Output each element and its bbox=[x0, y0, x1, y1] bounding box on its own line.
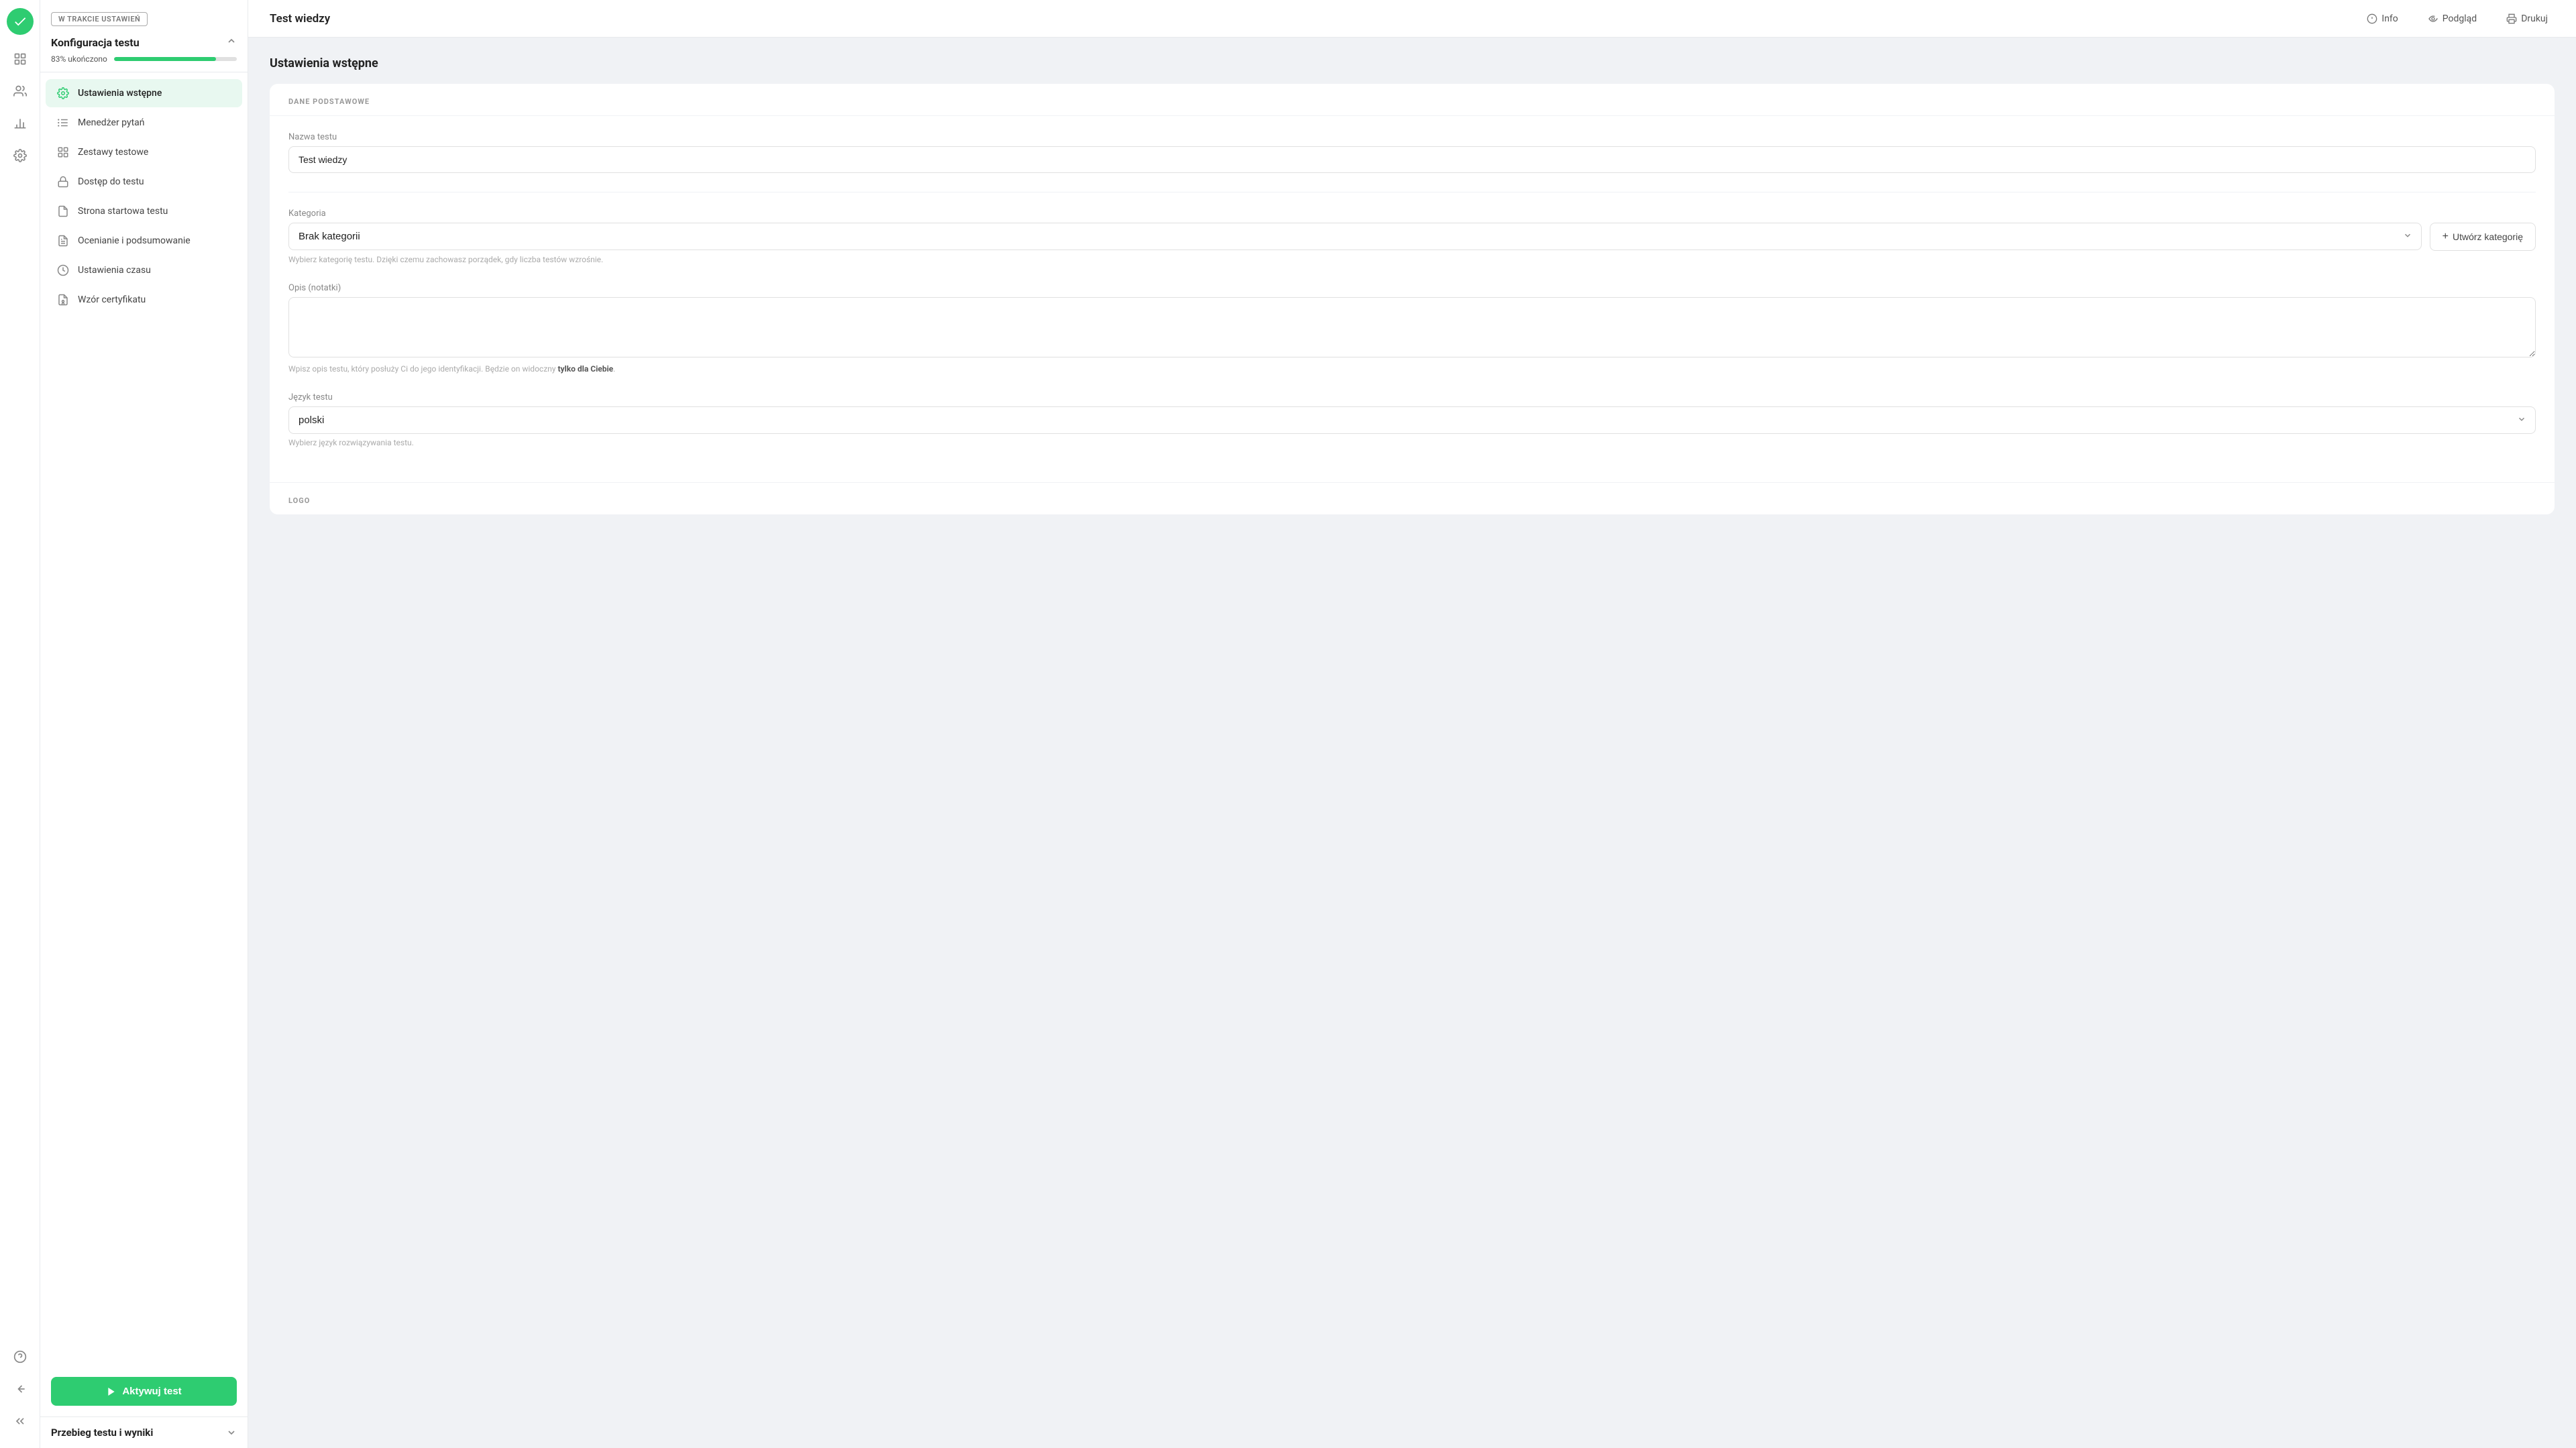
dostep-icon bbox=[56, 175, 70, 188]
nav-help-icon[interactable] bbox=[7, 1343, 34, 1370]
sidebar-item-label: Zestawy testowe bbox=[78, 147, 148, 158]
zestawy-icon bbox=[56, 146, 70, 159]
sidebar-item-label: Ustawienia wstępne bbox=[78, 88, 162, 99]
top-bar: Test wiedzy Info Podgląd bbox=[248, 0, 2576, 38]
strona-icon bbox=[56, 205, 70, 218]
create-category-button[interactable]: + Utwórz kategorię bbox=[2430, 223, 2536, 251]
category-select-wrapper: Brak kategorii bbox=[288, 223, 2422, 250]
notes-hint: Wpisz opis testu, który posłuży Ci do je… bbox=[288, 364, 2536, 374]
field-category-group: Kategoria Brak kategorii bbox=[288, 209, 2536, 264]
nav-users-icon[interactable] bbox=[7, 78, 34, 105]
field-notes-textarea[interactable] bbox=[288, 297, 2536, 357]
category-row: Brak kategorii + Utwórz kategorię bbox=[288, 223, 2536, 251]
sidebar: W TRAKCIE USTAWIEŃ Konfiguracja testu 83… bbox=[40, 0, 248, 1448]
sidebar-item-ustawienia-wstepne[interactable]: Ustawienia wstępne bbox=[46, 79, 242, 107]
certyfikat-icon bbox=[56, 293, 70, 307]
sidebar-item-label: Strona startowa testu bbox=[78, 206, 168, 217]
dane-podstawowe-heading: DANE PODSTAWOWE bbox=[270, 84, 2555, 116]
field-notes-group: Opis (notatki) Wpisz opis testu, który p… bbox=[288, 283, 2536, 374]
config-collapse-icon[interactable] bbox=[226, 36, 237, 49]
language-select[interactable]: polski english bbox=[288, 406, 2536, 434]
progress-bar-fill bbox=[114, 57, 216, 61]
create-category-plus-icon: + bbox=[2443, 231, 2449, 243]
field-name-group: Nazwa testu bbox=[288, 132, 2536, 173]
section-body: Nazwa testu Kategoria Brak kategorii bbox=[270, 116, 2555, 482]
icon-bar bbox=[0, 0, 40, 1448]
field-notes-label: Opis (notatki) bbox=[288, 283, 2536, 293]
sidebar-item-wzor-certyfikatu[interactable]: Wzór certyfikatu bbox=[46, 286, 242, 314]
field-language-label: Język testu bbox=[288, 392, 2536, 402]
page-title: Ustawienia wstępne bbox=[270, 56, 2555, 70]
settings-wstepne-icon bbox=[56, 87, 70, 100]
sidebar-item-ocenianie[interactable]: Ocenianie i podsumowanie bbox=[46, 227, 242, 255]
sidebar-item-zestawy-testowe[interactable]: Zestawy testowe bbox=[46, 138, 242, 166]
page-header-title: Test wiedzy bbox=[270, 12, 330, 25]
top-bar-actions: Info Podgląd Drukuj bbox=[2360, 9, 2555, 28]
sidebar-item-label: Wzór certyfikatu bbox=[78, 294, 146, 305]
info-button[interactable]: Info bbox=[2360, 9, 2404, 28]
czas-icon bbox=[56, 264, 70, 277]
info-label: Info bbox=[2381, 13, 2398, 24]
language-select-wrapper: polski english bbox=[288, 406, 2536, 434]
field-category-label: Kategoria bbox=[288, 209, 2536, 219]
nav-chart-icon[interactable] bbox=[7, 110, 34, 137]
app-logo bbox=[7, 8, 34, 35]
menedzer-icon bbox=[56, 116, 70, 129]
nav-back-icon[interactable] bbox=[7, 1376, 34, 1402]
status-badge: W TRAKCIE USTAWIEŃ bbox=[51, 12, 148, 26]
field-name-label: Nazwa testu bbox=[288, 132, 2536, 142]
sidebar-item-strona-startowa[interactable]: Strona startowa testu bbox=[46, 197, 242, 225]
logo-section-heading: LOGO bbox=[270, 482, 2555, 514]
progress-row: 83% ukończono bbox=[51, 54, 237, 64]
main-area: Test wiedzy Info Podgląd bbox=[248, 0, 2576, 1448]
language-hint: Wybierz język rozwiązywania testu. bbox=[288, 438, 2536, 447]
nav-settings-icon[interactable] bbox=[7, 142, 34, 169]
progress-label: 83% ukończono bbox=[51, 54, 107, 64]
nav-grid-icon[interactable] bbox=[7, 46, 34, 72]
sidebar-section2-title[interactable]: Przebieg testu i wyniki bbox=[51, 1427, 237, 1439]
sidebar-item-ustawienia-czasu[interactable]: Ustawienia czasu bbox=[46, 256, 242, 284]
sidebar-section2: Przebieg testu i wyniki bbox=[40, 1416, 248, 1448]
ocenianie-icon bbox=[56, 234, 70, 247]
progress-bar-container bbox=[114, 57, 237, 61]
field-language-group: Język testu polski english Wybierz język bbox=[288, 392, 2536, 447]
sidebar-item-menedzer-pytan[interactable]: Menedżer pytań bbox=[46, 109, 242, 137]
sidebar-header: W TRAKCIE USTAWIEŃ Konfiguracja testu 83… bbox=[40, 0, 248, 72]
nav-collapse-icon[interactable] bbox=[7, 1408, 34, 1435]
activate-btn-label: Aktywuj test bbox=[122, 1386, 181, 1397]
print-label: Drukuj bbox=[2521, 13, 2548, 24]
category-hint: Wybierz kategorię testu. Dzięki czemu za… bbox=[288, 255, 2536, 264]
field-name-input[interactable] bbox=[288, 146, 2536, 173]
sidebar-item-label: Menedżer pytań bbox=[78, 117, 145, 128]
dane-podstawowe-card: DANE PODSTAWOWE Nazwa testu Kategoria Br… bbox=[270, 84, 2555, 514]
preview-label: Podgląd bbox=[2443, 13, 2477, 24]
create-category-label: Utwórz kategorię bbox=[2453, 231, 2523, 242]
sidebar-item-label: Ustawienia czasu bbox=[78, 265, 151, 276]
activate-test-button[interactable]: Aktywuj test bbox=[51, 1377, 237, 1406]
sidebar-config-title: Konfiguracja testu bbox=[51, 36, 237, 49]
sidebar-item-label: Dostęp do testu bbox=[78, 176, 144, 187]
sidebar-item-dostep[interactable]: Dostęp do testu bbox=[46, 168, 242, 196]
print-button[interactable]: Drukuj bbox=[2500, 9, 2555, 28]
main-content: Ustawienia wstępne DANE PODSTAWOWE Nazwa… bbox=[248, 38, 2576, 1448]
preview-button[interactable]: Podgląd bbox=[2421, 9, 2483, 28]
sidebar-item-label: Ocenianie i podsumowanie bbox=[78, 235, 191, 246]
sidebar-nav: Ustawienia wstępne Menedżer pytań bbox=[40, 72, 248, 1369]
category-select[interactable]: Brak kategorii bbox=[288, 223, 2422, 250]
